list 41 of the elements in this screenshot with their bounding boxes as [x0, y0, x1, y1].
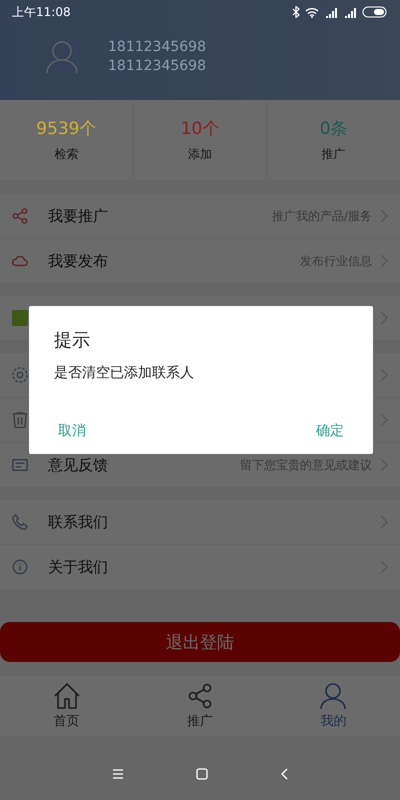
- nav-tab[interactable]: 首页: [0, 676, 134, 736]
- stat-value: 0条: [320, 118, 348, 140]
- dialog-title: 提示: [54, 329, 91, 352]
- menu-label: 联系我们: [48, 512, 108, 532]
- menu-row[interactable]: 关于我们: [0, 545, 400, 590]
- home-icon: [52, 682, 81, 710]
- person-icon: [319, 682, 348, 710]
- stat-label: 推广: [322, 146, 346, 163]
- home-square-icon[interactable]: [196, 768, 208, 780]
- signal-icon: [343, 6, 357, 18]
- stat-label: 检索: [54, 146, 78, 163]
- phone-number: 18112345698: [108, 57, 206, 76]
- stat-value: 9539个: [36, 118, 96, 140]
- dialog-message: 是否清空已添加联系人: [54, 364, 195, 382]
- status-time: 上午11:08: [12, 4, 71, 20]
- stat-value: 10个: [180, 118, 220, 140]
- cloud-icon: [12, 253, 28, 269]
- nav-tab[interactable]: 我的: [266, 676, 400, 736]
- back-icon[interactable]: [280, 768, 288, 780]
- trash-icon: [12, 412, 28, 428]
- logout-button[interactable]: 退出登陆: [0, 622, 400, 662]
- share-icon: [186, 682, 214, 710]
- bluetooth-icon: [292, 6, 300, 18]
- menu-label: 关于我们: [48, 558, 108, 576]
- confirm-button[interactable]: 确定: [312, 416, 348, 446]
- wifi-icon: [305, 6, 319, 18]
- nav-tab[interactable]: 推广: [133, 676, 267, 736]
- cancel-button[interactable]: 取消: [54, 416, 90, 446]
- menu-icon[interactable]: [112, 769, 124, 779]
- battery-icon: [362, 6, 388, 18]
- phone-icon: [12, 514, 28, 530]
- share-icon: [12, 208, 28, 224]
- menu-label: 我要推广: [48, 206, 108, 226]
- menu-row[interactable]: 联系我们: [0, 500, 400, 545]
- menu-label: 意见反馈: [48, 456, 108, 474]
- stat-label: 添加: [188, 146, 212, 163]
- info-icon: [12, 559, 28, 575]
- signal-icon: [324, 6, 338, 18]
- phone-number: 18112345698: [108, 38, 206, 57]
- feedback-icon: [12, 457, 28, 473]
- menu-label: 我要发布: [48, 252, 108, 270]
